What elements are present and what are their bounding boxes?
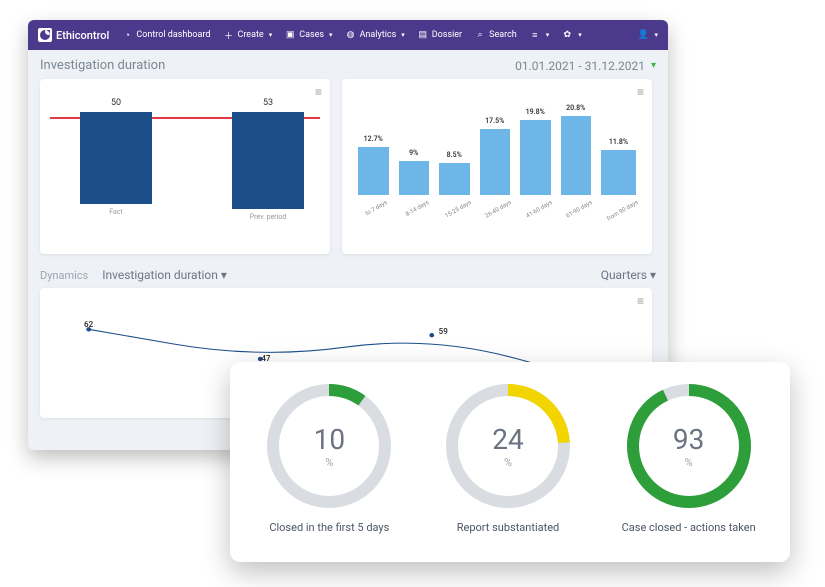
dist-category: 15-25 days: [444, 199, 474, 222]
dist-bar: 11.8%: [601, 150, 636, 195]
dist-category: to 7 days: [364, 199, 390, 220]
dist-bar: 9%: [399, 161, 430, 195]
nav-create-label: Create: [237, 30, 263, 40]
dist-value: 17.5%: [480, 117, 511, 125]
topbar: Ethicontrol ◔ Control dashboard ＋ Create…: [28, 20, 668, 50]
nav-search-label: Search: [489, 30, 517, 40]
panel-menu-icon[interactable]: ≡: [637, 85, 644, 99]
nav-dossier[interactable]: ▤ Dossier: [417, 29, 462, 41]
gauge-icon: ◔: [121, 29, 133, 41]
dist-category: 61-90 days: [565, 199, 595, 222]
nav-dashboard[interactable]: ◔ Control dashboard: [121, 29, 210, 41]
dist-column: 8.5%15-25 days: [439, 163, 470, 209]
gauge-ring: 93 %: [624, 381, 754, 511]
dist-bar: 19.8%: [520, 120, 551, 195]
gauge-ring: 24 %: [443, 381, 573, 511]
plus-icon: ＋: [222, 29, 234, 41]
dist-value: 19.8%: [520, 108, 551, 116]
nav-dashboard-label: Control dashboard: [136, 30, 210, 40]
dist-bar: 17.5%: [480, 129, 511, 196]
search-icon: ⌕: [474, 29, 486, 41]
gauge-ring: 10 %: [264, 381, 394, 511]
bar-value: 50: [80, 98, 152, 108]
bar: 50Fact: [80, 112, 152, 204]
kpi-gauge: 93 % Case closed - actions taken: [622, 381, 756, 534]
chevron-down-icon: ▾: [651, 60, 656, 71]
distribution-chart: 12.7%to 7 days9%8-14 days8.5%15-25 days1…: [352, 101, 642, 231]
dist-column: 17.5%26-40 days: [480, 129, 511, 210]
date-range-label: 01.01.2021 - 31.12.2021: [515, 59, 645, 73]
nav-analytics[interactable]: ◍ Analytics: [345, 29, 405, 41]
duration-bar-panel: ≡ 50Fact53Prev. period: [40, 79, 330, 254]
nav-cases[interactable]: ▣ Cases: [284, 29, 332, 41]
dist-value: 20.8%: [561, 104, 592, 112]
dist-column: 19.8%41-60 days: [520, 120, 551, 209]
gauge-unit: %: [325, 456, 333, 469]
line-point-label: 62: [84, 320, 93, 329]
kpi-gauge: 24 % Report substantiated: [443, 381, 573, 534]
brand[interactable]: Ethicontrol: [38, 28, 109, 42]
dist-category: 41-60 days: [525, 199, 555, 222]
list-icon: ≡: [529, 29, 541, 41]
gauge-label: Case closed - actions taken: [622, 521, 756, 534]
nav-create[interactable]: ＋ Create: [222, 29, 272, 41]
brand-label: Ethicontrol: [56, 29, 109, 42]
dist-value: 11.8%: [601, 138, 636, 146]
page-title: Investigation duration: [40, 58, 165, 73]
dist-bar: 12.7%: [358, 147, 389, 195]
dist-value: 12.7%: [358, 135, 389, 143]
gauge-value: 10: [314, 423, 345, 456]
dist-bar: 20.8%: [561, 116, 592, 195]
distribution-panel: ≡ 12.7%to 7 days9%8-14 days8.5%15-25 day…: [342, 79, 652, 254]
dist-column: 11.8%from 90 days: [601, 150, 636, 209]
dynamics-metric-dropdown[interactable]: Investigation duration ▾: [102, 268, 227, 282]
bar: 53Prev. period: [232, 112, 304, 209]
duration-chart: 50Fact53Prev. period: [50, 97, 320, 227]
dynamics-header: Dynamics Investigation duration ▾ Quarte…: [40, 268, 656, 282]
dist-value: 9%: [399, 149, 430, 157]
dynamics-metric-label: Investigation duration: [102, 268, 218, 282]
doc-icon: ▤: [417, 29, 429, 41]
bar-category: Prev. period: [232, 213, 304, 221]
gauge-label: Closed in the first 5 days: [269, 521, 389, 534]
dist-category: 26-40 days: [484, 199, 514, 222]
dynamics-label: Dynamics: [40, 269, 88, 282]
dist-column: 20.8%61-90 days: [561, 116, 592, 209]
nav-settings[interactable]: ✿: [561, 29, 582, 41]
user-icon: 👤: [637, 29, 649, 41]
gear-icon: ✿: [561, 29, 573, 41]
nav-dossier-label: Dossier: [432, 30, 462, 40]
kpi-gauge: 10 % Closed in the first 5 days: [264, 381, 394, 534]
dist-category: 8-14 days: [404, 199, 431, 221]
nav-list[interactable]: ≡: [529, 29, 550, 41]
gauge-unit: %: [685, 456, 693, 469]
dist-value: 8.5%: [439, 151, 470, 159]
line-point-label: 59: [439, 327, 448, 336]
dynamics-period-label: Quarters: [601, 268, 647, 282]
kpi-overlay-card: 10 % Closed in the first 5 days 24 % Rep…: [230, 362, 790, 562]
nav-search[interactable]: ⌕ Search: [474, 29, 517, 41]
dynamics-period-dropdown[interactable]: Quarters ▾: [601, 268, 656, 282]
dist-bar: 8.5%: [439, 163, 470, 195]
brand-icon: [38, 28, 52, 42]
folder-icon: ▣: [284, 29, 296, 41]
nav-cases-label: Cases: [299, 30, 324, 40]
chart-icon: ◍: [345, 29, 357, 41]
nav-user[interactable]: 👤: [637, 29, 658, 41]
gauge-unit: %: [504, 456, 512, 469]
date-range-picker[interactable]: 01.01.2021 - 31.12.2021 ▾: [515, 59, 656, 73]
nav-analytics-label: Analytics: [360, 30, 397, 40]
bar-value: 53: [232, 98, 304, 108]
dist-column: 12.7%to 7 days: [358, 147, 389, 209]
gauge-value: 93: [673, 423, 704, 456]
dist-column: 9%8-14 days: [399, 161, 430, 209]
dist-category: from 90 days: [606, 199, 641, 225]
bar-category: Fact: [80, 208, 152, 216]
gauge-label: Report substantiated: [457, 521, 560, 534]
gauge-value: 24: [492, 423, 523, 456]
